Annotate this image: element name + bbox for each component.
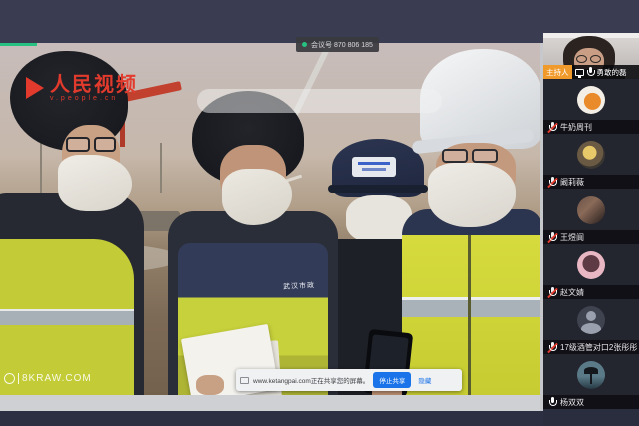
- reflective-stripe: [402, 297, 540, 317]
- stop-sharing-button[interactable]: 停止共享: [373, 372, 411, 388]
- 8kraw-logo-icon: [4, 373, 15, 384]
- crane-mast: [160, 143, 162, 193]
- glasses-lens: [472, 149, 498, 163]
- screen-share-notification-bar: www.ketangpai.com正在共享您的屏幕。 停止共享 隐藏: [236, 369, 462, 391]
- meeting-id-badge: 会议号 870 806 185: [296, 37, 379, 52]
- host-name-bar: 主持人 勇敢的磊: [543, 65, 639, 79]
- participant-list: 牛奶周刊 阚莉薇 王煜阆: [543, 79, 639, 409]
- participant-item[interactable]: 牛奶周刊: [543, 79, 639, 134]
- meeting-id-text: 会议号 870 806 185: [311, 40, 373, 50]
- host-video-tile[interactable]: 主持人 勇敢的磊: [543, 33, 639, 79]
- avatar: [577, 251, 605, 279]
- dark-helmet-brim: [328, 185, 428, 193]
- mic-muted-icon[interactable]: [548, 232, 557, 243]
- play-triangle-icon: [26, 77, 44, 99]
- mic-muted-icon[interactable]: [548, 122, 557, 133]
- app-top-bar: [0, 0, 543, 43]
- glasses-lens: [94, 137, 116, 152]
- avatar-default: [577, 306, 605, 334]
- worker-left-mask: [58, 155, 132, 211]
- participant-name: 阚莉薇: [560, 177, 584, 188]
- glasses-lens: [442, 149, 468, 163]
- people-video-logo: 人民视频 v.people.cn: [26, 73, 138, 102]
- participant-item[interactable]: 阚莉薇: [543, 134, 639, 189]
- participant-name: 17级酒管对口2张彤彤: [560, 342, 637, 353]
- avatar: [577, 86, 605, 114]
- video-scene: 武汉市政 人民视频: [0, 43, 540, 395]
- sidebar-footer: [543, 409, 639, 426]
- cast-icon: [240, 377, 249, 384]
- mic-icon[interactable]: [586, 67, 595, 78]
- participant-name: 杨双双: [560, 397, 584, 408]
- loading-progress-line: [0, 43, 37, 46]
- sidebar-top-bar: [543, 0, 639, 33]
- helmet-logo-patch: [352, 157, 396, 177]
- mic-muted-icon[interactable]: [548, 177, 557, 188]
- worker-left-vest: [0, 239, 134, 395]
- participant-name: 王煜阆: [560, 232, 584, 243]
- mic-muted-icon[interactable]: [548, 342, 557, 353]
- avatar: [577, 196, 605, 224]
- hide-button[interactable]: 隐藏: [415, 372, 434, 388]
- conference-app-window: 会议号 870 806 185: [0, 0, 639, 426]
- vest-text: 武汉市政: [283, 280, 315, 292]
- avatar: [577, 141, 605, 169]
- jacket-zipper: [468, 235, 471, 395]
- participants-sidebar: 主持人 勇敢的磊 牛奶周刊 阚莉薇: [543, 33, 639, 426]
- participant-name: 赵文婧: [560, 287, 584, 298]
- shared-screen-video[interactable]: 武汉市政 人民视频: [0, 43, 540, 411]
- 8kraw-watermark: 8KRAW.COM: [4, 373, 92, 384]
- mic-active-icon[interactable]: [548, 397, 557, 408]
- host-name: 勇敢的磊: [597, 67, 627, 78]
- glasses-lens: [66, 137, 90, 152]
- glasses-lens: [590, 55, 601, 63]
- participant-name: 牛奶周刊: [560, 122, 592, 133]
- participant-item[interactable]: 赵文婧: [543, 244, 639, 299]
- host-role-badge: 主持人: [543, 65, 572, 79]
- glasses-lens: [576, 55, 587, 63]
- brand-name: 人民视频: [50, 73, 138, 95]
- live-status-dot: [302, 42, 307, 47]
- watermark-text: 8KRAW.COM: [18, 373, 92, 384]
- participant-item[interactable]: 杨双双: [543, 354, 639, 409]
- worker-hand: [196, 375, 224, 395]
- mic-muted-icon[interactable]: [548, 287, 557, 298]
- worker-right-mask: [428, 163, 516, 227]
- participant-item[interactable]: 王煜阆: [543, 189, 639, 244]
- share-message: www.ketangpai.com正在共享您的屏幕。: [253, 375, 369, 385]
- avatar: [577, 361, 605, 389]
- participant-item[interactable]: 17级酒管对口2张彤彤: [543, 299, 639, 354]
- brand-domain: v.people.cn: [50, 95, 138, 102]
- screen-share-icon: [575, 69, 584, 76]
- translucent-search-bar: [197, 89, 442, 113]
